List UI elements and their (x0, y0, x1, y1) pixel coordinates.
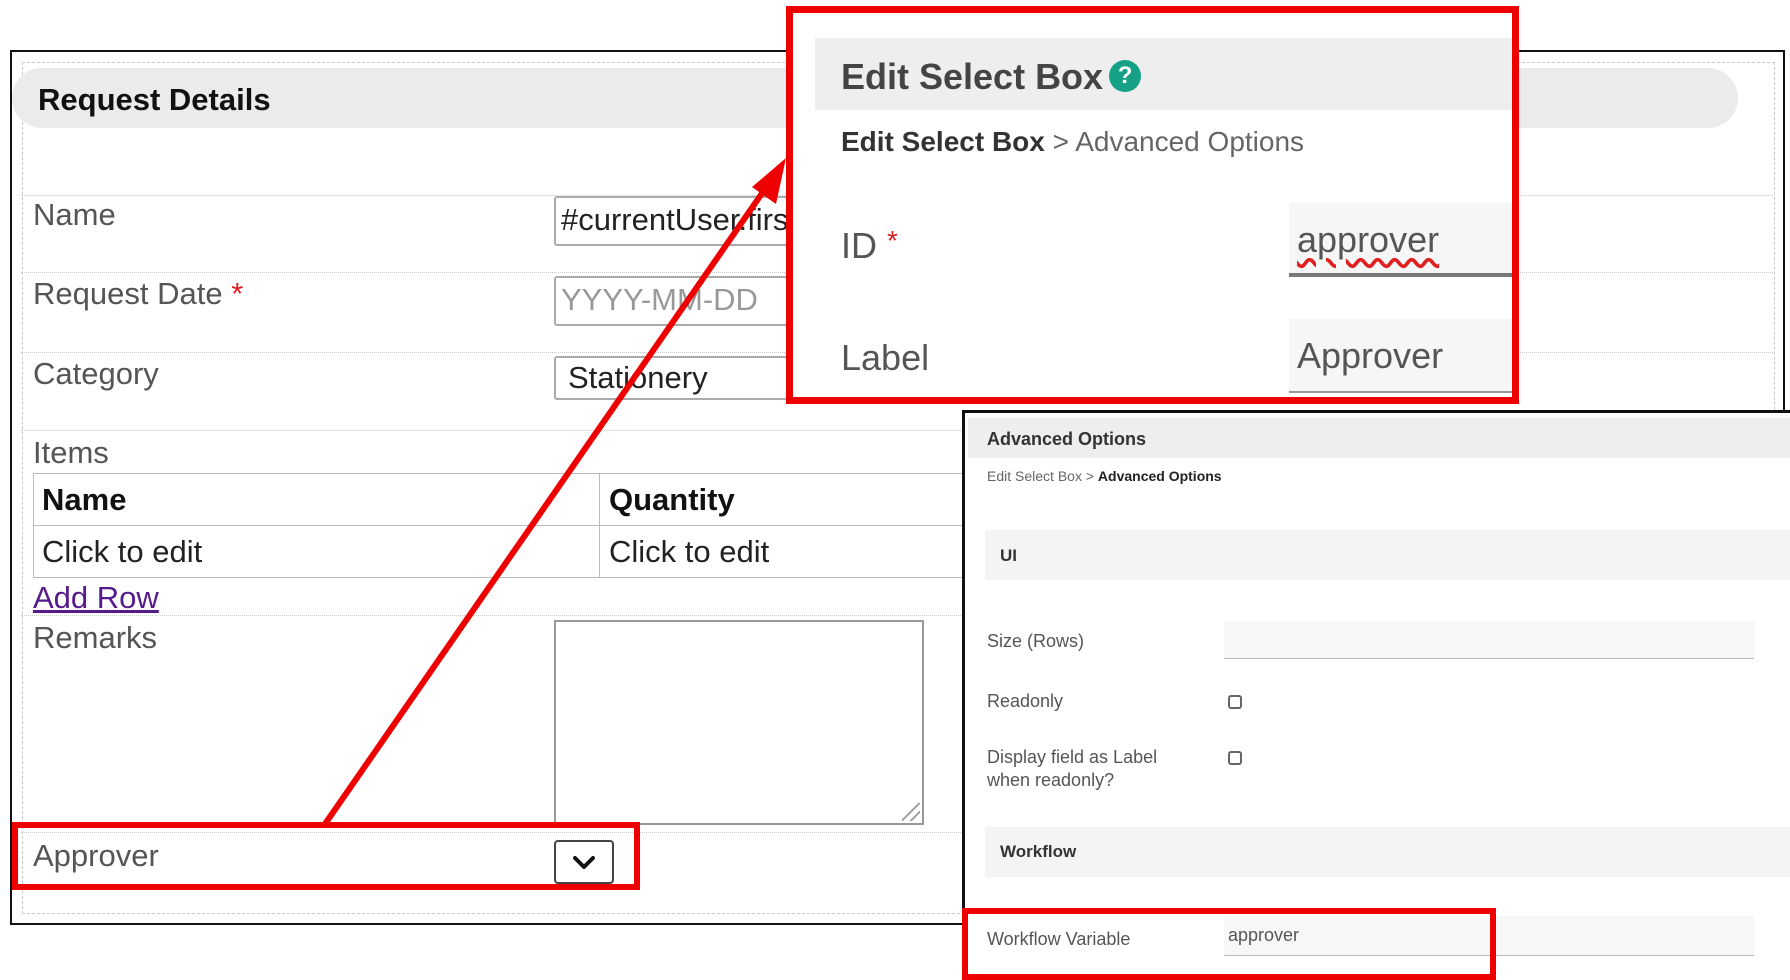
display-as-label-label: Display field as Label when readonly? (987, 747, 1158, 790)
popup-title: Edit Select Box? (841, 56, 1142, 98)
advanced-options-panel (962, 410, 1790, 980)
breadcrumb: Edit Select Box > Advanced Options (841, 126, 1304, 158)
breadcrumb-parent[interactable]: Edit Select Box (987, 468, 1082, 484)
size-rows-label: Size (Rows) (987, 631, 1085, 651)
breadcrumb-separator: > (1085, 468, 1095, 484)
id-label-text: ID (841, 225, 877, 266)
id-input-value: approver (1297, 219, 1440, 260)
advanced-options-breadcrumb: Edit Select Box > Advanced Options (987, 468, 1222, 484)
breadcrumb-current: Advanced Options (1097, 468, 1222, 484)
id-label: ID * (841, 225, 898, 267)
required-marker: * (887, 225, 898, 256)
popup-title-text: Edit Select Box (841, 56, 1104, 97)
help-icon[interactable]: ? (1109, 60, 1142, 93)
size-rows-input[interactable] (1224, 621, 1754, 659)
breadcrumb-parent[interactable]: Edit Select Box (841, 126, 1045, 157)
edit-select-box-popup: Edit Select Box? Edit Select Box > Advan… (786, 6, 1519, 404)
workflow-section-header (985, 827, 1790, 877)
id-input[interactable]: approver (1289, 203, 1512, 277)
readonly-checkbox[interactable] (1228, 695, 1242, 709)
workflow-section-label: Workflow (1000, 842, 1077, 861)
readonly-label: Readonly (987, 691, 1064, 711)
display-as-label-checkbox[interactable] (1228, 751, 1242, 765)
ui-section-label: UI (1000, 546, 1017, 565)
label-label: Label (841, 337, 930, 378)
breadcrumb-separator: > (1052, 126, 1069, 157)
ui-section-header (985, 530, 1790, 580)
advanced-options-title: Advanced Options (987, 429, 1147, 449)
breadcrumb-current: Advanced Options (1075, 126, 1305, 157)
workflow-variable-highlight-box (962, 908, 1496, 980)
label-input[interactable]: Approver (1289, 319, 1512, 393)
